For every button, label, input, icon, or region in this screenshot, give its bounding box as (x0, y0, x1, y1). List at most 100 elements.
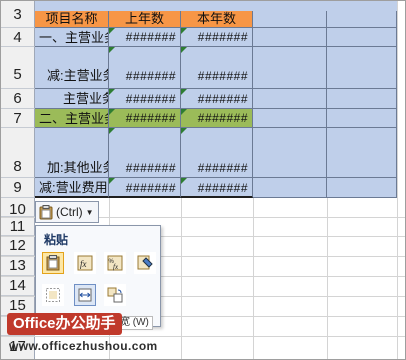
gridline (1, 336, 405, 337)
error-indicator (109, 89, 115, 95)
item-name-cell[interactable]: 加:其他业务 (35, 128, 109, 178)
row-header-13[interactable]: 13 (1, 256, 35, 276)
cell-value: ####### (125, 30, 176, 44)
row-number: 12 (9, 237, 26, 254)
header-item-name[interactable]: 项目名称 (35, 11, 109, 28)
row-header-4[interactable]: 4 (1, 28, 35, 47)
cell-value: ####### (197, 181, 248, 195)
paste-options-panel: 粘贴 fx %fx 保留源列宽 (W) (35, 225, 161, 330)
empty-cell[interactable] (327, 47, 397, 89)
empty-cell[interactable] (253, 178, 327, 198)
error-indicator (181, 178, 187, 184)
paste-panel-title: 粘贴 (44, 233, 69, 247)
item-name-cell[interactable]: 主营业务 (35, 89, 109, 109)
empty-cell[interactable] (327, 109, 397, 128)
empty-cell[interactable] (327, 128, 397, 178)
paste-no-borders-option[interactable] (42, 284, 64, 306)
clipboard-icon (46, 255, 60, 271)
column-width-icon (78, 288, 92, 302)
empty-cell[interactable] (253, 28, 327, 47)
cell-value: ####### (197, 92, 248, 106)
row-header-10[interactable]: 10 (1, 198, 35, 218)
empty-cell[interactable] (253, 128, 327, 178)
empty-cell[interactable] (327, 11, 397, 28)
cell-value: ####### (197, 161, 248, 175)
curr-year-cell[interactable]: ####### (181, 128, 253, 178)
empty-cell[interactable] (327, 28, 397, 47)
paste-options-button[interactable]: (Ctrl) ▼ (35, 201, 99, 223)
row-number: 7 (13, 110, 22, 127)
paste-keep-column-widths-option[interactable] (74, 284, 96, 306)
row-header-12[interactable]: 12 (1, 236, 35, 256)
svg-text:fx: fx (80, 259, 87, 269)
empty-cell[interactable] (327, 89, 397, 109)
header-prev-year[interactable]: 上年数 (109, 11, 181, 28)
prev-year-cell[interactable]: ####### (109, 89, 181, 109)
row-number: 11 (9, 218, 26, 235)
clipboard-icon (39, 204, 53, 219)
row-header-14[interactable]: 14 (1, 276, 35, 296)
row-number: 9 (13, 179, 22, 196)
error-indicator (181, 28, 187, 34)
transpose-icon (107, 287, 123, 303)
row-header-7[interactable]: 7 (1, 109, 35, 128)
curr-year-cell[interactable]: ####### (181, 109, 253, 128)
error-indicator (181, 128, 187, 134)
brand-watermark: Office办公助手 (7, 313, 122, 335)
paste-formulas-option[interactable]: fx (74, 252, 96, 274)
error-indicator (109, 178, 115, 184)
percent-fx-icon: %fx (107, 255, 123, 271)
prev-year-cell[interactable]: ####### (109, 47, 181, 89)
brush-icon (137, 255, 153, 270)
empty-cell[interactable] (253, 47, 327, 89)
curr-year-cell[interactable]: ####### (181, 47, 253, 89)
cell-value: ####### (197, 69, 248, 83)
prev-year-cell[interactable]: ####### (109, 128, 181, 178)
paste-formulas-number-format-option[interactable]: % fx (104, 252, 126, 274)
row-header-6[interactable]: 6 (1, 89, 35, 109)
row-header-3[interactable]: 3 (1, 1, 35, 28)
item-name-cell[interactable]: 二、主营业务 (35, 109, 109, 128)
empty-cell[interactable] (253, 89, 327, 109)
cell-value: ####### (125, 111, 176, 125)
row-number: 6 (13, 90, 22, 107)
empty-cell[interactable] (327, 178, 397, 198)
error-indicator (181, 109, 187, 115)
paste-options-label: (Ctrl) (56, 205, 83, 219)
cell-value: ####### (197, 30, 248, 44)
paste-keep-source-formatting-option[interactable] (134, 252, 156, 274)
row-number: 3 (13, 6, 22, 23)
cell-value: ####### (125, 161, 176, 175)
error-indicator (181, 89, 187, 95)
curr-year-cell[interactable]: ####### (181, 28, 253, 47)
error-indicator (109, 128, 115, 134)
prev-year-cell[interactable]: ####### (109, 109, 181, 128)
gridline (397, 1, 398, 359)
row-header-11[interactable]: 11 (1, 217, 35, 236)
item-name-cell[interactable]: 减:主营业务 (35, 47, 109, 89)
paste-transpose-option[interactable] (104, 284, 126, 306)
curr-year-cell[interactable]: ####### (181, 178, 253, 198)
row-header-8[interactable]: 8 (1, 128, 35, 178)
empty-cell[interactable] (253, 109, 327, 128)
row-header-9[interactable]: 9 (1, 178, 35, 198)
error-indicator (181, 47, 187, 53)
header-curr-year[interactable]: 本年数 (181, 11, 253, 28)
prev-year-cell[interactable]: ####### (109, 28, 181, 47)
curr-year-cell[interactable]: ####### (181, 89, 253, 109)
paste-default-option[interactable] (42, 252, 64, 274)
error-indicator (109, 28, 115, 34)
row-header-5[interactable]: 5 (1, 47, 35, 89)
cell-value: ####### (125, 181, 176, 195)
cell-value: ####### (125, 92, 176, 106)
empty-cell[interactable] (253, 11, 327, 28)
cell-value: ####### (125, 69, 176, 83)
no-borders-icon (46, 288, 60, 302)
prev-year-cell[interactable]: ####### (109, 178, 181, 198)
cell-value: ####### (197, 111, 248, 125)
item-name-cell[interactable]: 一、主营业务 (35, 28, 109, 47)
watermark-url: www.officezhushou.com (9, 339, 158, 353)
item-name-cell[interactable]: 减:营业费用 (35, 178, 109, 198)
chevron-down-icon: ▼ (85, 207, 94, 217)
row-number: 4 (13, 29, 22, 46)
